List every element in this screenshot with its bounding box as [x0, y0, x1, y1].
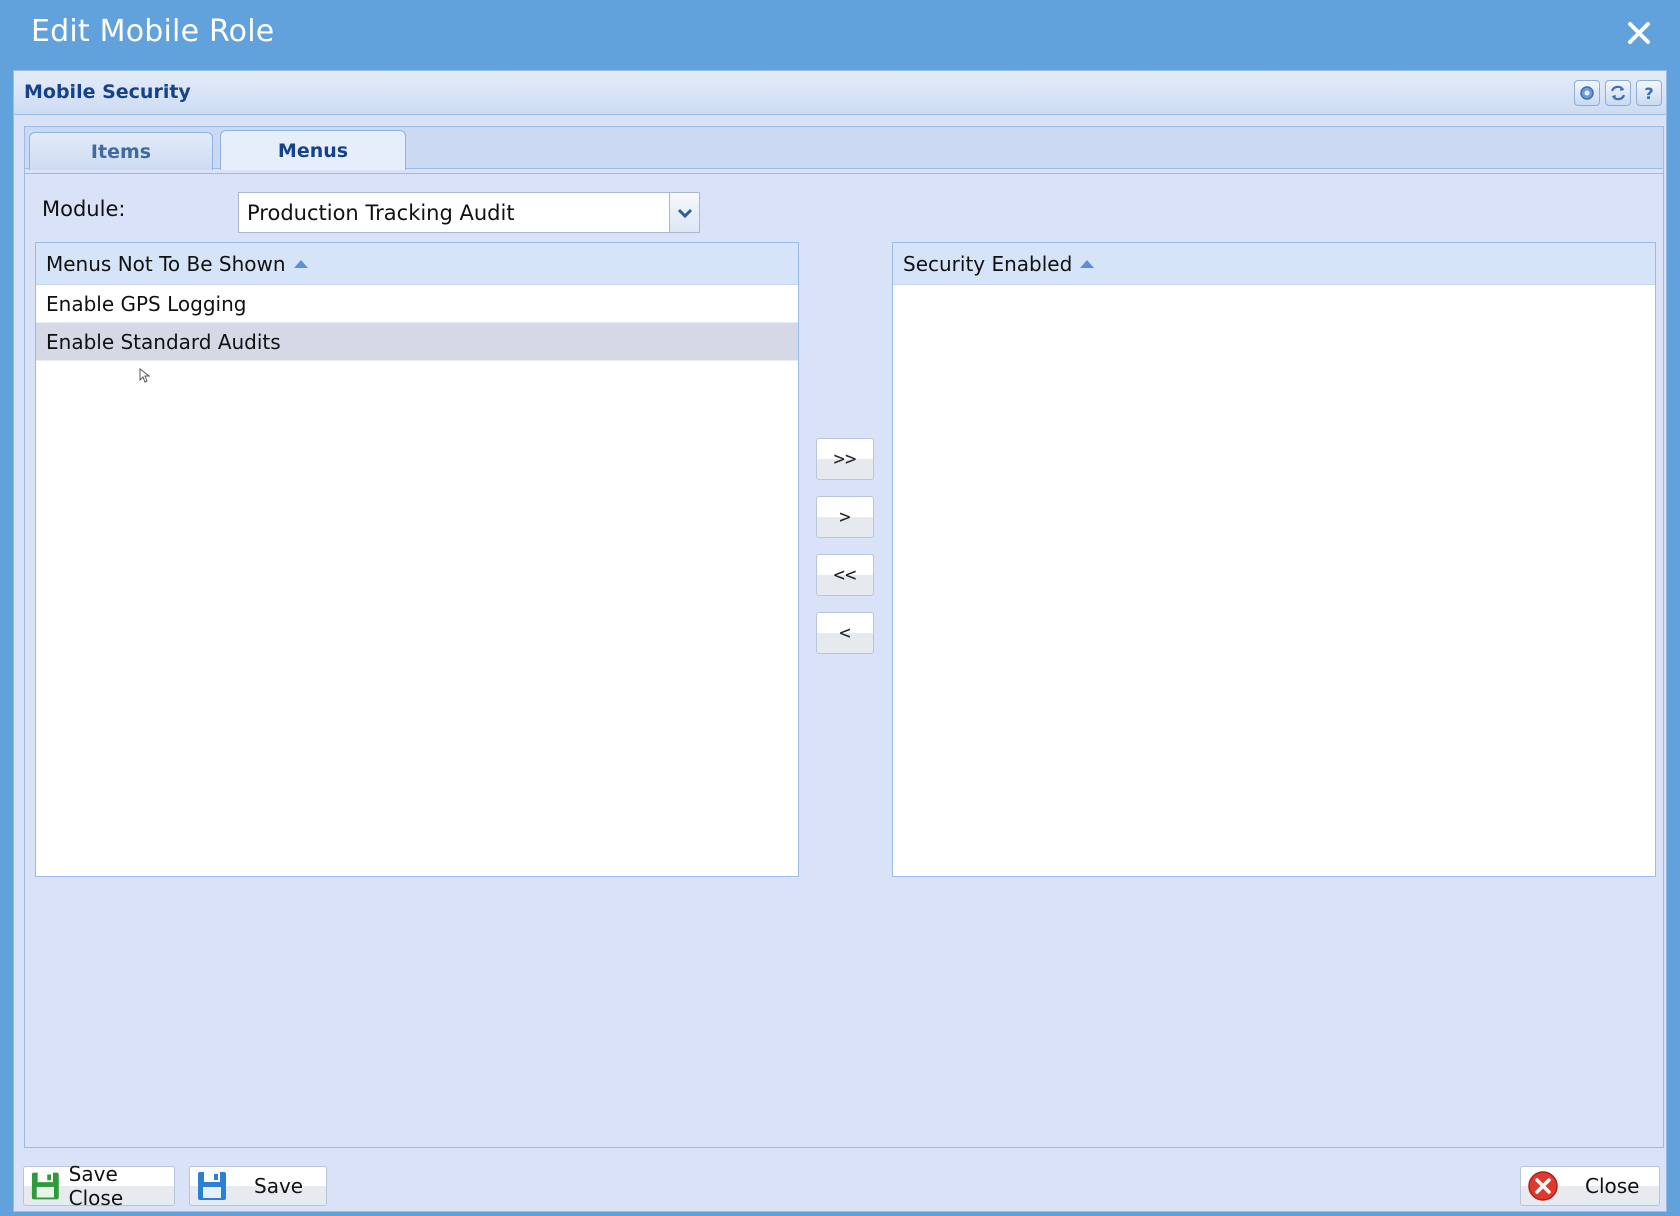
chevron-down-icon[interactable] [669, 193, 699, 232]
close-circle-icon [1528, 1171, 1558, 1201]
close-icon[interactable] [1624, 18, 1654, 48]
sort-ascending-icon [1080, 259, 1095, 268]
module-select[interactable]: Production Tracking Audit [238, 192, 700, 233]
menus-not-shown-grid: Menus Not To Be Shown Enable GPS Logging… [35, 242, 799, 877]
left-grid-header-label: Menus Not To Be Shown [46, 251, 286, 276]
save-label: Save [254, 1174, 304, 1198]
move-all-left-button[interactable]: << [816, 554, 874, 596]
save-close-button[interactable]: Save Close [23, 1162, 175, 1210]
save-icon [198, 1172, 226, 1200]
move-right-button[interactable]: > [816, 496, 874, 538]
tab-menus[interactable]: Menus [220, 130, 406, 170]
mouse-cursor-icon [139, 368, 151, 383]
panel-title: Mobile Security [24, 81, 191, 103]
left-grid-header[interactable]: Menus Not To Be Shown [36, 243, 798, 285]
refresh-icon[interactable] [1605, 80, 1631, 106]
tab-divider [25, 173, 1663, 174]
module-label: Module: [42, 197, 126, 221]
right-grid-header[interactable]: Security Enabled [893, 243, 1655, 285]
tab-items[interactable]: Items [29, 132, 213, 170]
tab-strip: Items Menus [25, 127, 1663, 170]
move-left-button[interactable]: < [816, 612, 874, 654]
gear-icon[interactable] [1574, 80, 1600, 106]
save-icon [31, 1172, 59, 1200]
module-select-value: Production Tracking Audit [247, 200, 515, 225]
list-item[interactable]: Enable GPS Logging [36, 285, 798, 323]
window-title: Edit Mobile Role [31, 14, 275, 49]
move-all-right-button[interactable]: >> [816, 438, 874, 480]
security-enabled-grid: Security Enabled [892, 242, 1656, 877]
help-icon[interactable]: ? [1636, 80, 1662, 106]
save-close-label: Save Close [68, 1162, 124, 1210]
sort-ascending-icon [293, 259, 308, 268]
right-grid-header-label: Security Enabled [903, 251, 1073, 276]
list-item[interactable]: Enable Standard Audits [36, 323, 798, 361]
close-button[interactable]: Close [1520, 1166, 1660, 1206]
save-button[interactable]: Save [189, 1166, 327, 1206]
close-label: Close [1585, 1174, 1640, 1198]
panel-header: Mobile Security ? [14, 71, 1666, 115]
